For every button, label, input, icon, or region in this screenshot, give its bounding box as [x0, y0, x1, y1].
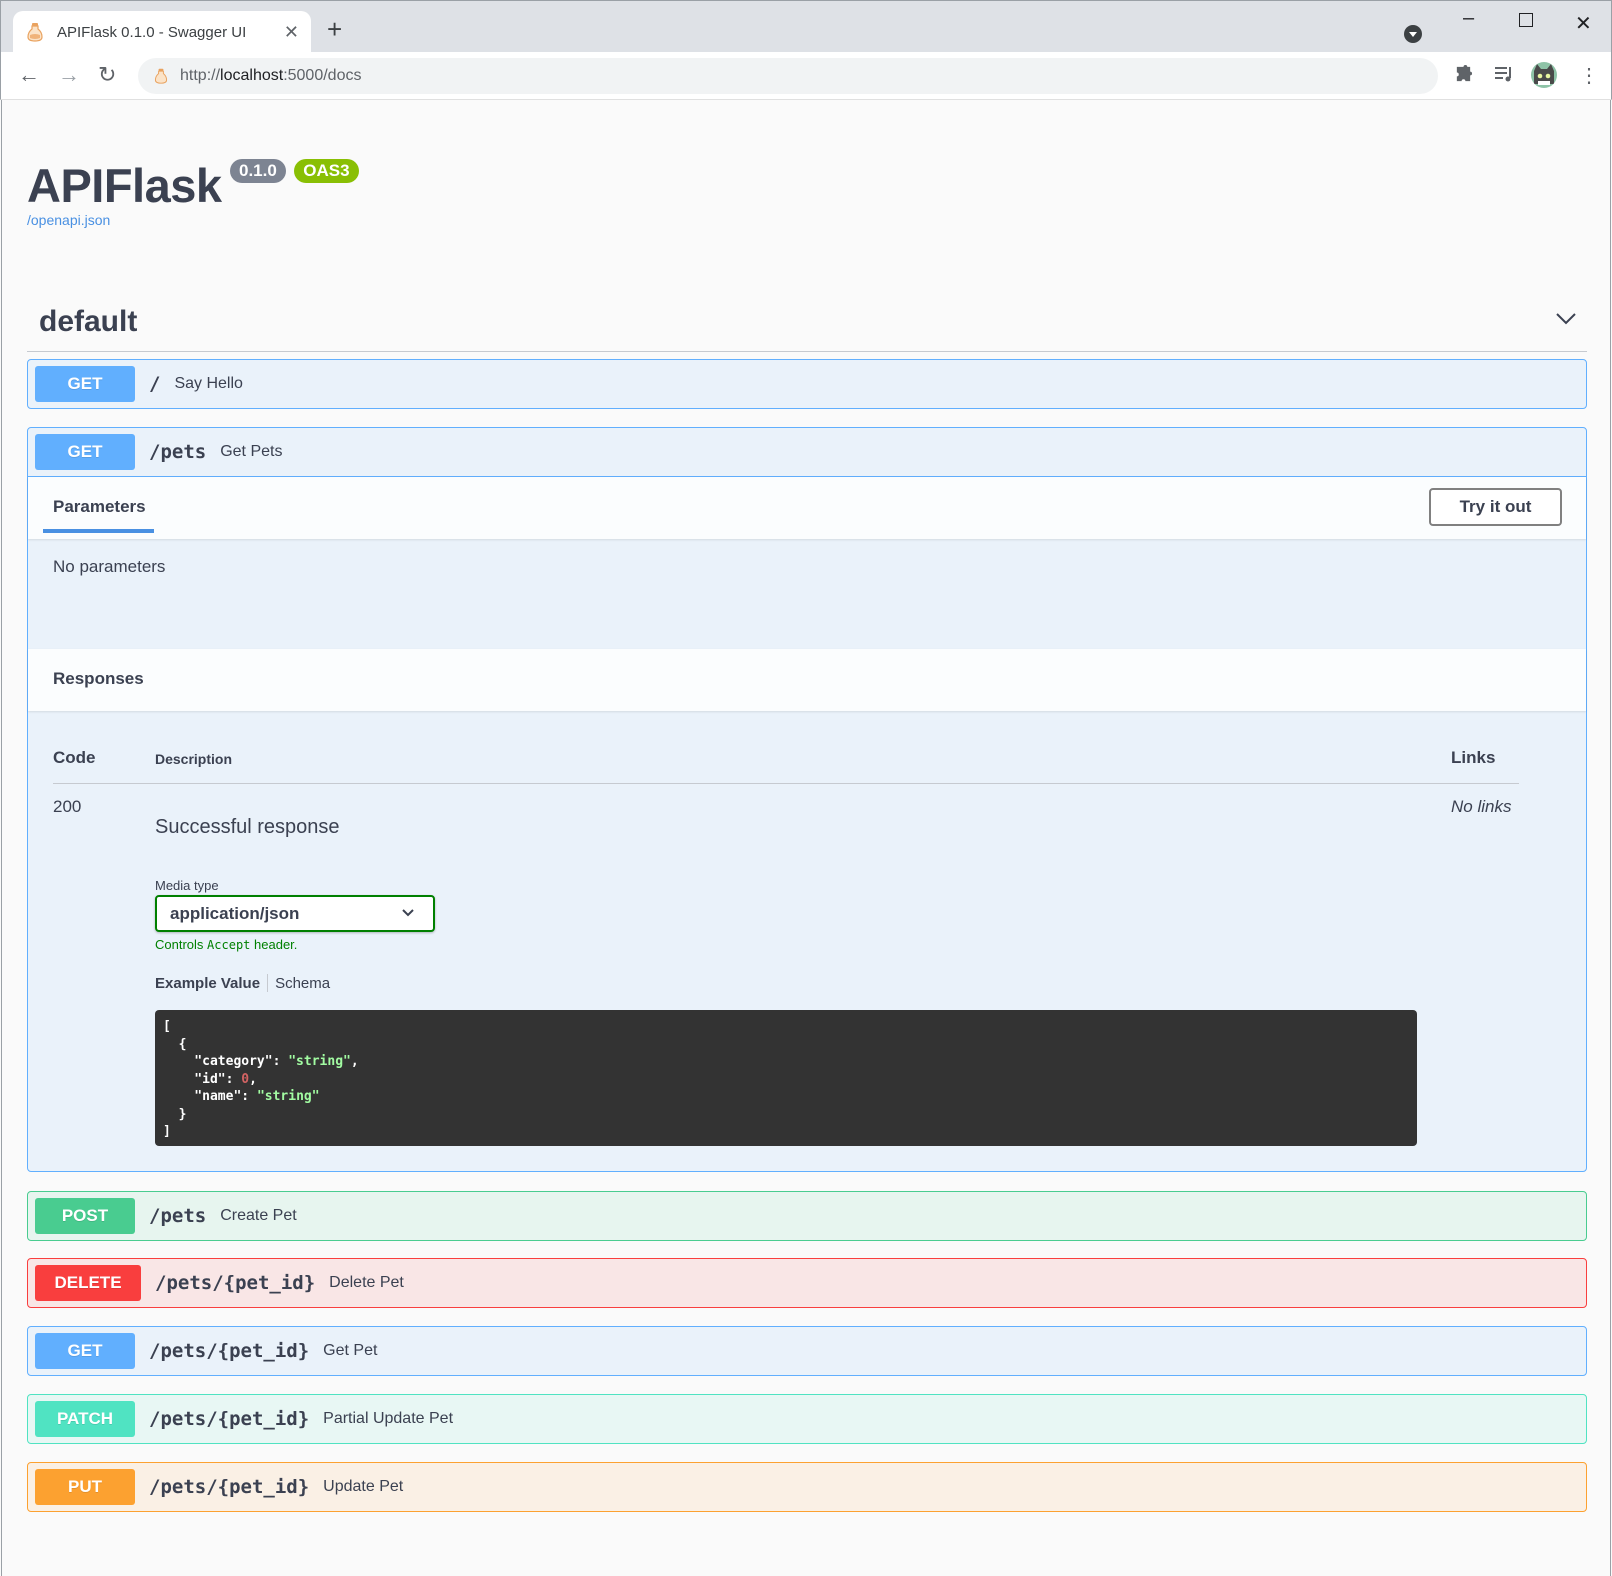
operation-description: Partial Update Pet: [323, 1410, 454, 1427]
operation-path: /pets/{pet_id}: [155, 1272, 316, 1294]
operation-path: /pets/{pet_id}: [149, 1476, 310, 1498]
openapi-json-link[interactable]: /openapi.json: [27, 212, 110, 228]
no-parameters-text: No parameters: [53, 557, 166, 576]
maximize-icon[interactable]: [1519, 13, 1533, 27]
operation-path: /pets/{pet_id}: [149, 1340, 310, 1362]
operation-get-pet: GET /pets/{pet_id} Get Pet: [27, 1326, 1587, 1376]
browser-tab[interactable]: APIFlask 0.1.0 - Swagger UI ✕: [13, 11, 311, 53]
operation-summary[interactable]: GET /pets/{pet_id} Get Pet: [28, 1327, 1586, 1375]
method-badge: GET: [35, 1333, 135, 1369]
response-description: Successful response: [155, 816, 340, 838]
chevron-down-icon[interactable]: [1555, 307, 1577, 329]
column-header-description: Description: [155, 751, 233, 767]
responses-table: Code Description Links 200 Successful re…: [28, 711, 1586, 1171]
tag-title: default: [39, 305, 138, 338]
response-links: No links: [1451, 797, 1512, 816]
operation-path: /pets: [149, 441, 207, 463]
operation-summary[interactable]: GET /pets Get Pets: [28, 428, 1586, 476]
response-code: 200: [53, 797, 82, 816]
method-badge: DELETE: [35, 1265, 141, 1301]
swagger-page: APIFlask 0.1.0 OAS3 /openapi.json defaul…: [1, 100, 1611, 1576]
media-control-icon[interactable]: [1494, 64, 1514, 84]
reload-icon[interactable]: ↻: [98, 62, 116, 88]
operation-summary[interactable]: PUT /pets/{pet_id} Update Pet: [28, 1463, 1586, 1511]
tag-header-default[interactable]: default: [27, 295, 1587, 352]
browser-toolbar: ← → ↻ http://localhost:5000/docs ⋮: [0, 52, 1612, 100]
api-title: APIFlask: [27, 159, 222, 212]
tab-parameters[interactable]: Parameters: [53, 497, 146, 517]
forward-arrow-icon[interactable]: →: [58, 62, 80, 88]
operation-path: /: [149, 373, 161, 395]
table-divider: [53, 783, 1519, 784]
operation-patch-pet: PATCH /pets/{pet_id} Partial Update Pet: [27, 1394, 1587, 1444]
extensions-puzzle-icon[interactable]: [1454, 64, 1474, 84]
tab-separator: [267, 974, 269, 992]
version-badge: 0.1.0: [230, 159, 286, 183]
media-type-label: Media type: [155, 878, 219, 893]
flask-favicon-icon: [27, 23, 43, 42]
column-header-code: Code: [53, 748, 96, 767]
media-type-select[interactable]: application/json: [155, 895, 435, 932]
tab-title: APIFlask 0.1.0 - Swagger UI: [57, 23, 247, 41]
operation-summary[interactable]: GET / Say Hello: [28, 360, 1586, 408]
responses-title: Responses: [53, 669, 144, 688]
operation-delete-pet: DELETE /pets/{pet_id} Delete Pet: [27, 1258, 1587, 1308]
operation-description: Create Pet: [220, 1207, 297, 1224]
controls-accept-note: Controls Accept header.: [155, 937, 298, 952]
column-header-links: Links: [1451, 748, 1496, 767]
operation-get-pets: GET /pets Get Pets Parameters Try it out…: [27, 427, 1587, 1172]
new-tab-button[interactable]: +: [327, 16, 342, 42]
method-badge: POST: [35, 1198, 135, 1234]
active-tab-indicator: [43, 529, 154, 533]
api-info: APIFlask 0.1.0 OAS3: [27, 158, 359, 213]
profile-avatar-icon[interactable]: [1531, 62, 1557, 88]
method-badge: GET: [35, 434, 135, 470]
operation-path: /pets/{pet_id}: [149, 1408, 310, 1430]
chevron-down-icon: [402, 909, 414, 917]
minimize-icon[interactable]: –: [1463, 7, 1474, 30]
browser-tab-strip: APIFlask 0.1.0 - Swagger UI ✕ + – ✕: [0, 0, 1612, 53]
tab-schema[interactable]: Schema: [275, 975, 330, 992]
operation-post-pets: POST /pets Create Pet: [27, 1191, 1587, 1241]
operation-description: Update Pet: [323, 1478, 404, 1495]
operation-path: /pets: [149, 1205, 207, 1227]
method-badge: PUT: [35, 1469, 135, 1505]
address-bar[interactable]: http://localhost:5000/docs: [138, 58, 1438, 94]
try-it-out-button[interactable]: Try it out: [1429, 488, 1562, 526]
parameters-header: Parameters Try it out: [28, 477, 1586, 539]
responses-header: Responses: [28, 649, 1586, 711]
tab-example-value[interactable]: Example Value: [155, 975, 260, 992]
tab-search-icon[interactable]: [1404, 25, 1422, 43]
site-favicon-icon: [154, 68, 168, 84]
tab-close-icon[interactable]: ✕: [284, 22, 299, 43]
example-value-code: [ { "category": "string", "id": 0, "name…: [155, 1010, 1417, 1146]
method-badge: GET: [35, 366, 135, 402]
operation-description: Get Pet: [323, 1342, 378, 1359]
operation-description: Get Pets: [220, 443, 283, 460]
operation-summary[interactable]: PATCH /pets/{pet_id} Partial Update Pet: [28, 1395, 1586, 1443]
back-arrow-icon[interactable]: ←: [18, 62, 40, 88]
operation-body: Parameters Try it out No parameters Resp…: [28, 476, 1586, 1171]
operation-summary[interactable]: POST /pets Create Pet: [28, 1192, 1586, 1240]
oas-badge: OAS3: [294, 159, 359, 183]
method-badge: PATCH: [35, 1401, 135, 1437]
example-tabs: Example Value Schema: [155, 974, 330, 992]
operation-get-root: GET / Say Hello: [27, 359, 1587, 409]
operation-put-pet: PUT /pets/{pet_id} Update Pet: [27, 1462, 1587, 1512]
operation-description: Say Hello: [174, 375, 243, 392]
operation-description: Delete Pet: [329, 1274, 404, 1291]
operation-summary[interactable]: DELETE /pets/{pet_id} Delete Pet: [28, 1259, 1586, 1307]
url-text: http://localhost:5000/docs: [180, 67, 362, 84]
close-window-icon[interactable]: ✕: [1575, 11, 1592, 36]
media-type-value: application/json: [170, 903, 300, 923]
browser-menu-icon[interactable]: ⋮: [1579, 64, 1599, 88]
